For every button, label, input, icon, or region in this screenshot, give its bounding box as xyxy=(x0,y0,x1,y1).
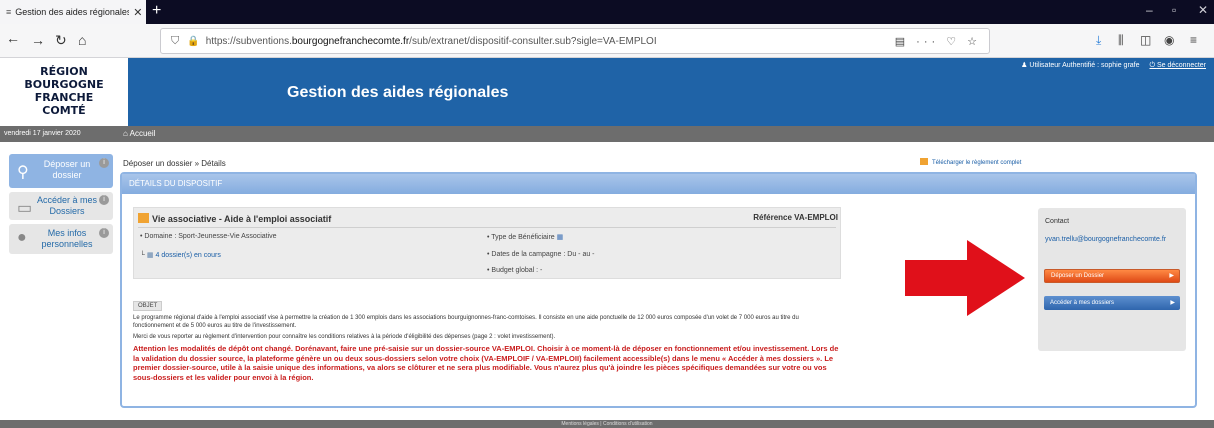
objet-label: OBJET xyxy=(133,301,163,311)
dossiers-en-cours[interactable]: └ ▦ 4 dossier(s) en cours xyxy=(140,251,221,259)
objet-text: Le programme régional d'aide à l'emploi … xyxy=(133,315,799,329)
budget-global: • Budget global : - xyxy=(487,267,543,274)
sidebar-icon[interactable]: ◫ xyxy=(1140,33,1151,47)
download-reglement-link[interactable]: Télécharger le règlement complet xyxy=(920,158,1021,166)
objet-text-2: Merci de vous reporter au règlement d'in… xyxy=(133,334,556,340)
arrow-right-icon: ▶ xyxy=(1170,300,1175,306)
contact-email[interactable]: yvan.trellu@bourgognefranchecomte.fr xyxy=(1045,236,1166,243)
panel-heading: DÉTAILS DU DISPOSITIF xyxy=(122,174,1195,194)
url-actions[interactable]: ▤ ··· ♡ ☆ xyxy=(895,35,981,48)
date-bar: vendredi 17 janvier 2020 ⌂ Accueil xyxy=(0,126,1214,142)
sidebar-item-infos[interactable]: ● Mes infos personnelles i xyxy=(9,224,113,254)
home-icon[interactable]: ⌂ xyxy=(78,32,86,48)
contact-label: Contact xyxy=(1045,218,1070,225)
page-icon: ≡ xyxy=(6,7,12,17)
footer[interactable]: Mentions légales | Conditions d'utilisat… xyxy=(0,420,1214,428)
user-label: Utilisateur Authentifié : sophie grafe xyxy=(1029,62,1140,69)
browser-tab[interactable]: ≡ Gestion des aides régionales de ✕ xyxy=(0,0,146,24)
url-bar[interactable]: ⛉ 🔒 https://subventions.bourgognefranche… xyxy=(160,28,990,54)
download-icon[interactable]: ⤓ xyxy=(1096,33,1101,48)
info-icon[interactable]: i xyxy=(99,228,109,238)
info-icon[interactable]: i xyxy=(99,158,109,168)
home-link[interactable]: ⌂ Accueil xyxy=(123,129,155,138)
tree-icon: └ xyxy=(140,252,145,259)
breadcrumb[interactable]: Déposer un dossier » Détails xyxy=(123,159,226,168)
account-icon[interactable]: ◉ xyxy=(1164,33,1174,47)
folder-icon xyxy=(138,213,149,223)
arrow-right-icon: ▶ xyxy=(1169,273,1174,279)
contact-box: Contact yvan.trellu@bourgognefranchecomt… xyxy=(1038,208,1186,351)
details-panel: DÉTAILS DU DISPOSITIF Vie associative - … xyxy=(120,172,1197,408)
reload-icon[interactable]: ↻ xyxy=(55,32,67,49)
close-tab-icon[interactable]: ✕ xyxy=(133,6,142,19)
folder-icon: ▭ xyxy=(17,200,33,217)
type-beneficiaire: • Type de Bénéficiaire ▦ xyxy=(487,234,564,241)
dispositif-info: Vie associative - Aide à l'emploi associ… xyxy=(133,207,841,279)
new-tab-icon[interactable]: + xyxy=(152,2,161,20)
library-icon[interactable]: ⫼ xyxy=(1118,33,1124,48)
search-icon: ⚲ xyxy=(17,164,29,181)
lock-icon: 🔒 xyxy=(187,35,200,47)
page-title: Gestion des aides régionales xyxy=(287,84,509,101)
document-icon xyxy=(920,158,928,165)
sidebar-item-dossiers[interactable]: ▭ Accéder à mes Dossiers i xyxy=(9,192,113,220)
close-window-icon[interactable]: ✕ xyxy=(1198,3,1208,17)
tab-title: Gestion des aides régionales de xyxy=(15,7,130,17)
warning-text: Attention les modalités de dépôt ont cha… xyxy=(133,344,839,382)
dispositif-title: Vie associative - Aide à l'emploi associ… xyxy=(138,213,331,224)
site-header: RÉGION BOURGOGNE FRANCHE COMTÉ Gestion d… xyxy=(0,58,1214,126)
browser-tab-bar: ≡ Gestion des aides régionales de ✕ + – … xyxy=(0,0,1214,24)
menu-icon[interactable]: ≡ xyxy=(1190,33,1197,47)
user-icon: ♟ xyxy=(1021,62,1028,69)
url-text: https://subventions.bourgognefranchecomt… xyxy=(205,35,657,47)
shield-icon: ⛉ xyxy=(171,34,180,47)
person-icon: ● xyxy=(17,229,27,246)
forward-icon[interactable]: → xyxy=(31,32,45,48)
logout-link[interactable]: ⏻ Se déconnecter xyxy=(1149,62,1206,69)
acceder-dossiers-button[interactable]: Accéder à mes dossiers ▶ xyxy=(1044,296,1180,310)
objet-section: OBJET Le programme régional d'aide à l'e… xyxy=(133,294,841,382)
people-icon: ▦ xyxy=(556,234,564,241)
domaine: • Domaine : Sport-Jeunesse-Vie Associati… xyxy=(140,233,277,240)
region-logo[interactable]: RÉGION BOURGOGNE FRANCHE COMTÉ xyxy=(0,58,128,126)
dispositif-reference: Référence VA-EMPLOI xyxy=(753,213,838,222)
divider xyxy=(138,227,836,228)
sidebar-item-deposer[interactable]: ⚲ Déposer un dossier i xyxy=(9,154,113,188)
user-info: ♟ Utilisateur Authentifié : sophie grafe… xyxy=(1021,61,1206,70)
current-date: vendredi 17 janvier 2020 xyxy=(4,130,81,137)
back-icon[interactable]: ← xyxy=(6,30,20,46)
info-icon[interactable]: i xyxy=(99,195,109,205)
minimize-icon[interactable]: – xyxy=(1146,3,1153,17)
maximize-icon[interactable]: ▫ xyxy=(1172,3,1176,17)
browser-nav-bar: ← → ↻ ⌂ ⛉ 🔒 https://subventions.bourgogn… xyxy=(0,24,1214,58)
red-arrow-annotation xyxy=(905,240,1025,316)
dates-campagne: • Dates de la campagne : Du - au - xyxy=(487,251,595,258)
deposer-dossier-button[interactable]: Déposer un Dossier ▶ xyxy=(1044,269,1180,283)
dossier-icon: ▦ xyxy=(146,252,154,259)
house-icon: ⌂ xyxy=(123,129,128,138)
